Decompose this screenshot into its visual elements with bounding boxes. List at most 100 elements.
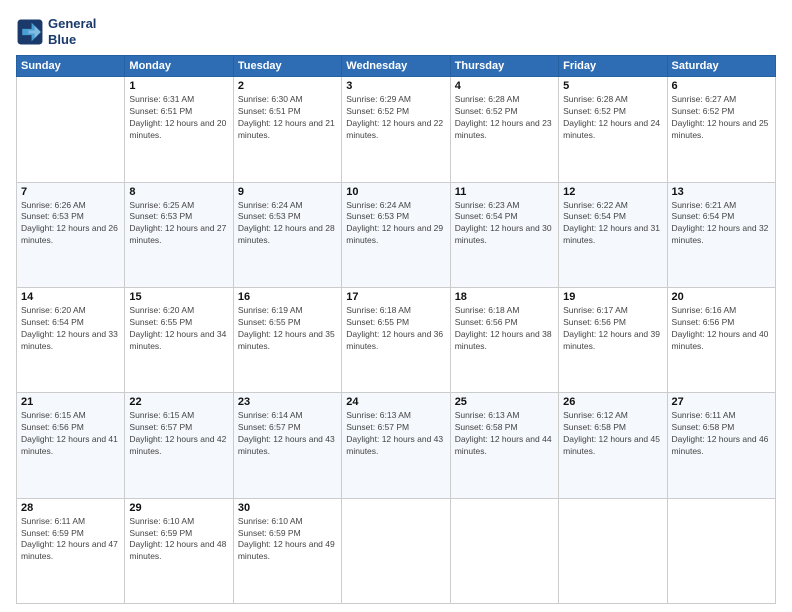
calendar-cell: 4 Sunrise: 6:28 AMSunset: 6:52 PMDaylight… bbox=[450, 77, 558, 182]
calendar-cell: 11 Sunrise: 6:23 AMSunset: 6:54 PMDayligh… bbox=[450, 182, 558, 287]
day-info: Sunrise: 6:20 AMSunset: 6:54 PMDaylight:… bbox=[21, 305, 120, 353]
header-cell-sunday: Sunday bbox=[17, 56, 125, 77]
calendar-cell: 17Sunrise: 6:18 AMSunset: 6:55 PMDayligh… bbox=[342, 287, 450, 392]
calendar-cell: 3Sunrise: 6:29 AMSunset: 6:52 PMDaylight… bbox=[342, 77, 450, 182]
calendar-cell: 13Sunrise: 6:21 AMSunset: 6:54 PMDayligh… bbox=[667, 182, 775, 287]
calendar-cell: 2 Sunrise: 6:30 AMSunset: 6:51 PMDaylight… bbox=[233, 77, 341, 182]
day-number: 10 bbox=[346, 186, 445, 198]
calendar-cell: 8 Sunrise: 6:25 AMSunset: 6:53 PMDaylight… bbox=[125, 182, 233, 287]
day-number: 23 bbox=[238, 396, 337, 408]
day-number: 8 bbox=[129, 186, 228, 198]
day-info: Sunrise: 6:28 AMSunset: 6:52 PMDaylight:… bbox=[455, 94, 554, 142]
calendar-cell: 25 Sunrise: 6:13 AMSunset: 6:58 PMDayligh… bbox=[450, 393, 558, 498]
day-info: Sunrise: 6:11 AMSunset: 6:58 PMDaylight:… bbox=[672, 410, 771, 458]
day-info: Sunrise: 6:28 AMSunset: 6:52 PMDaylight:… bbox=[563, 94, 662, 142]
calendar-cell: 19Sunrise: 6:17 AMSunset: 6:56 PMDayligh… bbox=[559, 287, 667, 392]
calendar-cell: 18Sunrise: 6:18 AMSunset: 6:56 PMDayligh… bbox=[450, 287, 558, 392]
day-number: 30 bbox=[238, 502, 337, 514]
day-info: Sunrise: 6:11 AMSunset: 6:59 PMDaylight:… bbox=[21, 516, 120, 564]
week-row-5: 28Sunrise: 6:11 AMSunset: 6:59 PMDayligh… bbox=[17, 498, 776, 603]
day-number: 25 bbox=[455, 396, 554, 408]
calendar-cell: 14 Sunrise: 6:20 AMSunset: 6:54 PMDayligh… bbox=[17, 287, 125, 392]
calendar-cell: 20 Sunrise: 6:16 AMSunset: 6:56 PMDayligh… bbox=[667, 287, 775, 392]
calendar-cell: 21 Sunrise: 6:15 AMSunset: 6:56 PMDayligh… bbox=[17, 393, 125, 498]
calendar-cell: 24 Sunrise: 6:13 AMSunset: 6:57 PMDayligh… bbox=[342, 393, 450, 498]
day-info: Sunrise: 6:15 AMSunset: 6:57 PMDaylight:… bbox=[129, 410, 228, 458]
day-number: 24 bbox=[346, 396, 445, 408]
calendar-cell: 5 Sunrise: 6:28 AMSunset: 6:52 PMDaylight… bbox=[559, 77, 667, 182]
day-number: 21 bbox=[21, 396, 120, 408]
header: General Blue bbox=[16, 16, 776, 47]
week-row-1: 1 Sunrise: 6:31 AMSunset: 6:51 PMDaylight… bbox=[17, 77, 776, 182]
day-info: Sunrise: 6:13 AMSunset: 6:58 PMDaylight:… bbox=[455, 410, 554, 458]
calendar-cell bbox=[450, 498, 558, 603]
day-info: Sunrise: 6:16 AMSunset: 6:56 PMDaylight:… bbox=[672, 305, 771, 353]
day-number: 13 bbox=[672, 186, 771, 198]
day-info: Sunrise: 6:27 AMSunset: 6:52 PMDaylight:… bbox=[672, 94, 771, 142]
day-info: Sunrise: 6:25 AMSunset: 6:53 PMDaylight:… bbox=[129, 200, 228, 248]
day-number: 29 bbox=[129, 502, 228, 514]
day-number: 5 bbox=[563, 80, 662, 92]
day-info: Sunrise: 6:10 AMSunset: 6:59 PMDaylight:… bbox=[129, 516, 228, 564]
week-row-2: 7Sunrise: 6:26 AMSunset: 6:53 PMDaylight… bbox=[17, 182, 776, 287]
day-info: Sunrise: 6:22 AMSunset: 6:54 PMDaylight:… bbox=[563, 200, 662, 248]
day-info: Sunrise: 6:24 AMSunset: 6:53 PMDaylight:… bbox=[346, 200, 445, 248]
header-cell-wednesday: Wednesday bbox=[342, 56, 450, 77]
logo: General Blue bbox=[16, 16, 96, 47]
day-info: Sunrise: 6:14 AMSunset: 6:57 PMDaylight:… bbox=[238, 410, 337, 458]
page: General Blue SundayMondayTuesdayWednesda… bbox=[0, 0, 792, 612]
calendar-cell: 28Sunrise: 6:11 AMSunset: 6:59 PMDayligh… bbox=[17, 498, 125, 603]
calendar-cell: 1 Sunrise: 6:31 AMSunset: 6:51 PMDaylight… bbox=[125, 77, 233, 182]
calendar-cell bbox=[342, 498, 450, 603]
day-info: Sunrise: 6:13 AMSunset: 6:57 PMDaylight:… bbox=[346, 410, 445, 458]
day-info: Sunrise: 6:29 AMSunset: 6:52 PMDaylight:… bbox=[346, 94, 445, 142]
day-info: Sunrise: 6:17 AMSunset: 6:56 PMDaylight:… bbox=[563, 305, 662, 353]
calendar-cell: 16 Sunrise: 6:19 AMSunset: 6:55 PMDayligh… bbox=[233, 287, 341, 392]
calendar-cell bbox=[17, 77, 125, 182]
calendar-cell: 7Sunrise: 6:26 AMSunset: 6:53 PMDaylight… bbox=[17, 182, 125, 287]
day-number: 22 bbox=[129, 396, 228, 408]
day-number: 20 bbox=[672, 291, 771, 303]
day-info: Sunrise: 6:18 AMSunset: 6:55 PMDaylight:… bbox=[346, 305, 445, 353]
day-info: Sunrise: 6:31 AMSunset: 6:51 PMDaylight:… bbox=[129, 94, 228, 142]
calendar-cell: 12 Sunrise: 6:22 AMSunset: 6:54 PMDayligh… bbox=[559, 182, 667, 287]
calendar-cell: 15 Sunrise: 6:20 AMSunset: 6:55 PMDayligh… bbox=[125, 287, 233, 392]
calendar-cell: 29 Sunrise: 6:10 AMSunset: 6:59 PMDayligh… bbox=[125, 498, 233, 603]
day-info: Sunrise: 6:30 AMSunset: 6:51 PMDaylight:… bbox=[238, 94, 337, 142]
day-number: 2 bbox=[238, 80, 337, 92]
day-number: 1 bbox=[129, 80, 228, 92]
calendar-cell: 23 Sunrise: 6:14 AMSunset: 6:57 PMDayligh… bbox=[233, 393, 341, 498]
calendar-table: SundayMondayTuesdayWednesdayThursdayFrid… bbox=[16, 55, 776, 604]
day-number: 15 bbox=[129, 291, 228, 303]
calendar-cell bbox=[667, 498, 775, 603]
day-number: 4 bbox=[455, 80, 554, 92]
day-number: 26 bbox=[563, 396, 662, 408]
day-number: 16 bbox=[238, 291, 337, 303]
week-row-4: 21 Sunrise: 6:15 AMSunset: 6:56 PMDayligh… bbox=[17, 393, 776, 498]
day-number: 12 bbox=[563, 186, 662, 198]
logo-text: General Blue bbox=[48, 16, 96, 47]
day-info: Sunrise: 6:15 AMSunset: 6:56 PMDaylight:… bbox=[21, 410, 120, 458]
header-cell-saturday: Saturday bbox=[667, 56, 775, 77]
calendar-cell: 6 Sunrise: 6:27 AMSunset: 6:52 PMDaylight… bbox=[667, 77, 775, 182]
day-info: Sunrise: 6:18 AMSunset: 6:56 PMDaylight:… bbox=[455, 305, 554, 353]
header-cell-tuesday: Tuesday bbox=[233, 56, 341, 77]
day-number: 7 bbox=[21, 186, 120, 198]
calendar-cell bbox=[559, 498, 667, 603]
header-cell-friday: Friday bbox=[559, 56, 667, 77]
day-info: Sunrise: 6:19 AMSunset: 6:55 PMDaylight:… bbox=[238, 305, 337, 353]
day-number: 14 bbox=[21, 291, 120, 303]
calendar-cell: 10 Sunrise: 6:24 AMSunset: 6:53 PMDayligh… bbox=[342, 182, 450, 287]
day-number: 6 bbox=[672, 80, 771, 92]
day-number: 9 bbox=[238, 186, 337, 198]
day-info: Sunrise: 6:12 AMSunset: 6:58 PMDaylight:… bbox=[563, 410, 662, 458]
day-number: 11 bbox=[455, 186, 554, 198]
day-number: 27 bbox=[672, 396, 771, 408]
calendar-cell: 9Sunrise: 6:24 AMSunset: 6:53 PMDaylight… bbox=[233, 182, 341, 287]
week-row-3: 14 Sunrise: 6:20 AMSunset: 6:54 PMDayligh… bbox=[17, 287, 776, 392]
logo-icon bbox=[16, 18, 44, 46]
calendar-cell: 22 Sunrise: 6:15 AMSunset: 6:57 PMDayligh… bbox=[125, 393, 233, 498]
day-info: Sunrise: 6:23 AMSunset: 6:54 PMDaylight:… bbox=[455, 200, 554, 248]
day-info: Sunrise: 6:20 AMSunset: 6:55 PMDaylight:… bbox=[129, 305, 228, 353]
header-cell-thursday: Thursday bbox=[450, 56, 558, 77]
